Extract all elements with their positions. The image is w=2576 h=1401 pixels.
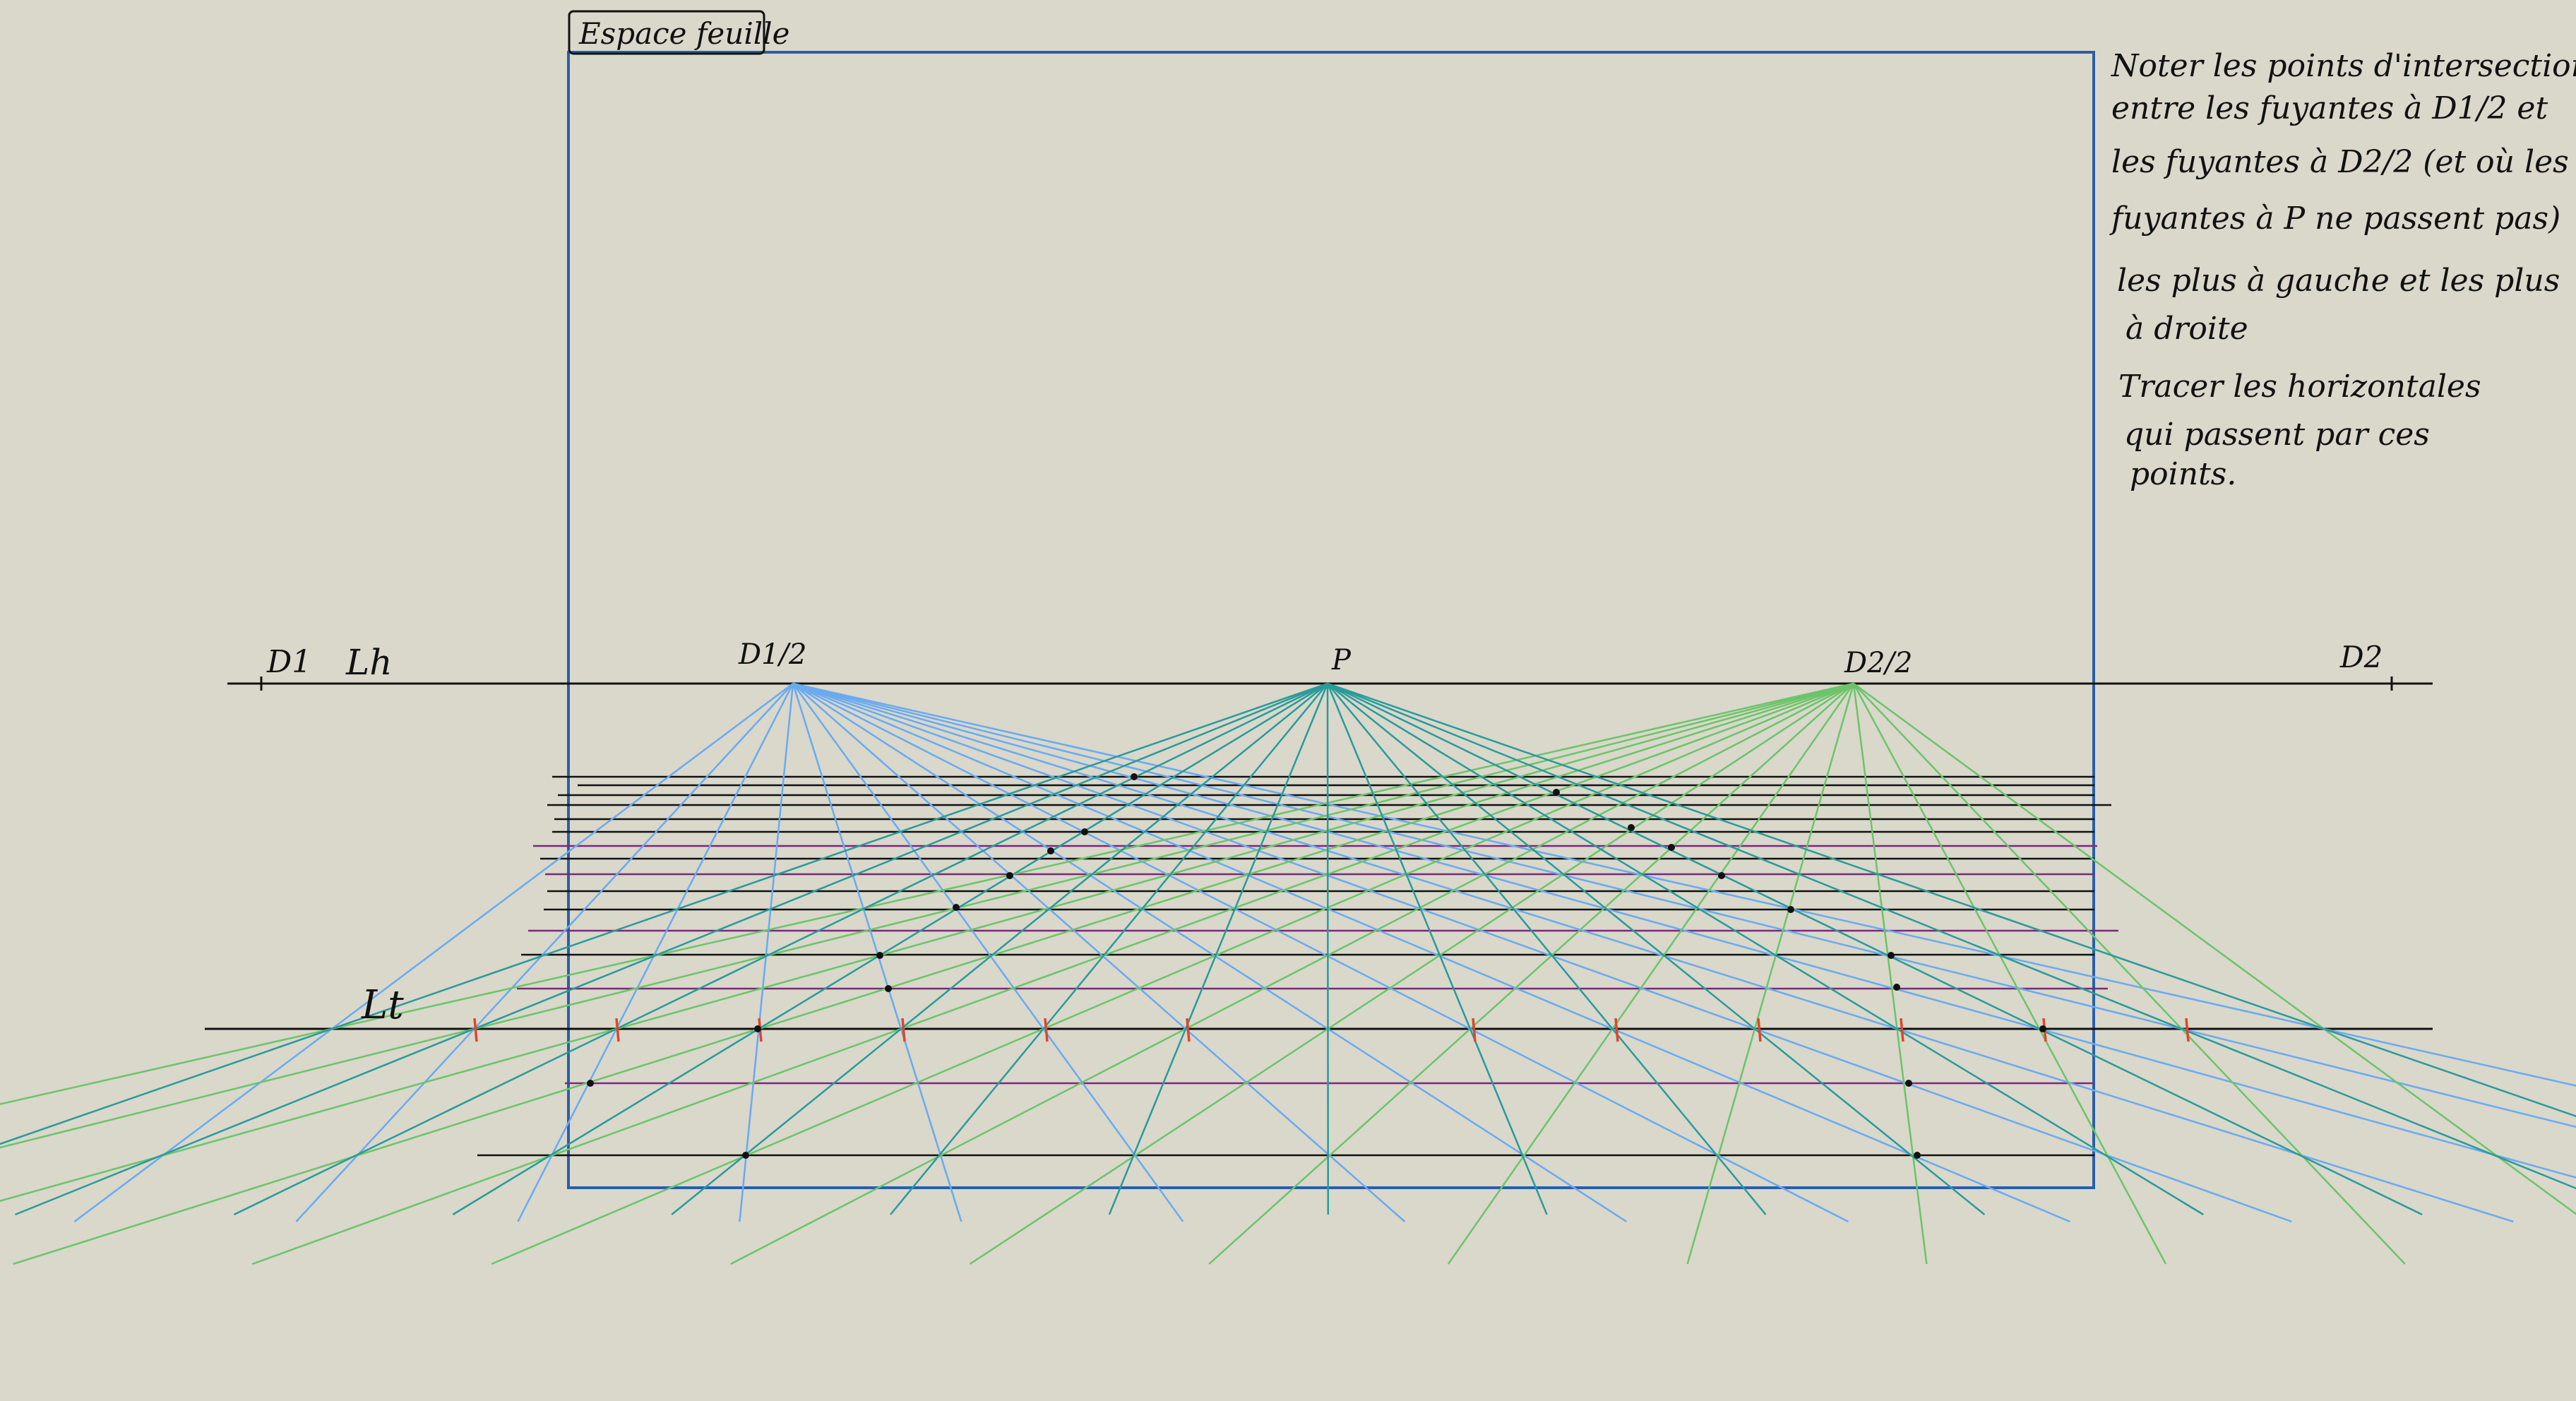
note-line-2: entre les fuyantes à D1/2 et	[2111, 90, 2548, 126]
intersection-dot	[1668, 844, 1675, 851]
fuyante-d1-half-line	[73, 682, 794, 1223]
fuyante-d1-half-line	[792, 683, 962, 1222]
intersection-dot	[587, 1080, 594, 1087]
ground-tick	[473, 1018, 478, 1042]
ground-tick	[901, 1018, 906, 1042]
fuyante-d1-half-line	[792, 682, 2292, 1223]
instructions-note: Noter les points d'intersection entre le…	[2109, 48, 2576, 492]
ground-tick	[1044, 1018, 1049, 1042]
intersection-dot	[1787, 906, 1794, 913]
fuyante-d1-half-line	[792, 682, 2576, 1179]
fuyante-d1-half-line	[295, 683, 794, 1222]
fuyantes-p-group	[0, 682, 2576, 1216]
fuyante-d1-half-line	[517, 683, 794, 1222]
fuyante-p-line	[890, 683, 1328, 1215]
intersection-dot	[1081, 828, 1088, 835]
ground-tick	[615, 1018, 620, 1042]
intersection-dot	[1553, 789, 1560, 796]
intersection-dot	[953, 904, 960, 911]
intersection-dot	[885, 985, 892, 992]
intersection-dot	[754, 1025, 761, 1032]
fuyantes-d1-half-group	[73, 682, 2576, 1223]
fuyante-d2-half-line	[1852, 683, 2167, 1265]
note-line-7: Tracer les horizontales	[2118, 369, 2481, 405]
ground-tick	[2185, 1018, 2190, 1042]
label-d1-half: D1/2	[738, 638, 806, 671]
intersection-dot	[1628, 824, 1635, 831]
label-d1: D1	[266, 644, 311, 680]
fuyante-d1-half-line	[739, 683, 794, 1222]
intersection-dot	[876, 952, 883, 959]
fuyante-d2-half-line	[1686, 683, 1855, 1265]
fuyante-d2-half-line	[1852, 683, 1928, 1265]
perspective-diagram: Espace feuille D1 Lh D1/2 P D2/2 D2 Lt N…	[0, 10, 2576, 1265]
fuyante-p-line	[233, 682, 1328, 1216]
label-lt: Lt	[361, 982, 404, 1028]
fuyante-p-line	[15, 682, 1328, 1216]
ground-tick	[1757, 1018, 1762, 1042]
fuyante-p-line	[1326, 683, 1548, 1215]
intersection-dot	[1006, 872, 1013, 879]
intersection-dot	[742, 1152, 749, 1159]
label-lh: Lh	[345, 642, 392, 683]
label-p: P	[1331, 644, 1352, 676]
intersection-dot	[1131, 773, 1138, 780]
note-line-8: qui passent par ces	[2124, 417, 2430, 453]
fuyante-p-line	[452, 682, 1328, 1216]
note-line-5: les plus à gauche et les plus	[2117, 263, 2560, 299]
intersection-dot	[2039, 1025, 2046, 1032]
fuyante-p-line	[1327, 683, 1986, 1215]
intersection-dot	[1905, 1080, 1912, 1087]
intersection-dot	[1047, 847, 1054, 854]
label-d2: D2	[2339, 640, 2383, 674]
intersection-dot	[1914, 1152, 1921, 1159]
fuyante-d1-half-line	[792, 682, 2514, 1223]
intersection-dot	[1718, 872, 1725, 879]
fuyante-d1-half-line	[792, 683, 1184, 1222]
ground-tick	[1900, 1018, 1904, 1042]
fuyante-d1-half-line	[792, 682, 2576, 1087]
label-d2-half: D2/2	[1844, 647, 1912, 679]
intersection-dot	[1888, 952, 1895, 959]
fuyantes-d2-half-group	[0, 682, 2576, 1265]
note-line-6: à droite	[2125, 311, 2248, 347]
intersection-dot	[1893, 984, 1900, 991]
fuyante-d2-half-line	[1853, 683, 2406, 1265]
note-line-4: fuyantes à P ne passent pas)	[2109, 201, 2560, 237]
title-box-label: Espace feuille	[578, 16, 789, 51]
note-line-9: points.	[2130, 456, 2236, 492]
note-line-1: Noter les points d'intersection	[2111, 48, 2576, 84]
fuyante-d1-half-line	[792, 682, 2576, 1128]
note-line-3: les fuyantes à D2/2 (et où les	[2111, 144, 2569, 180]
fuyante-p-line	[1108, 683, 1329, 1215]
